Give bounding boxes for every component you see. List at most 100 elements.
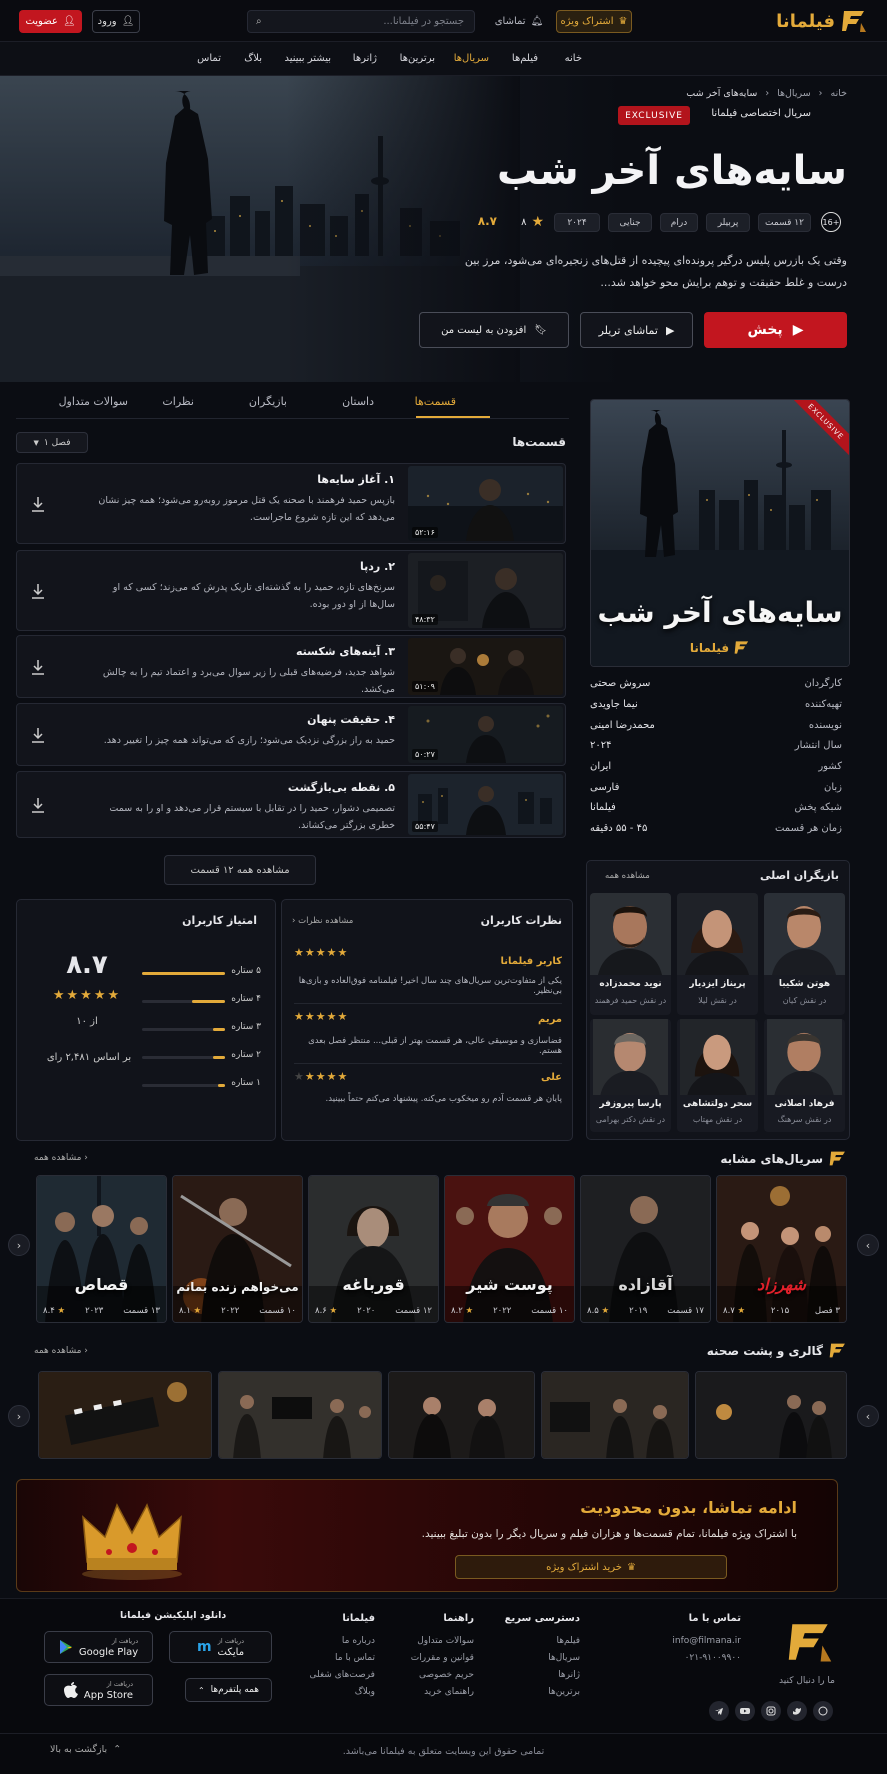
tab-faq[interactable]: سوالات متداول bbox=[59, 395, 128, 408]
breadcrumb-home[interactable]: خانه bbox=[830, 88, 847, 99]
tab-cast[interactable]: بازیگران bbox=[249, 395, 287, 408]
app-store-button[interactable]: دریافت از App Store bbox=[44, 1674, 153, 1706]
similar-card[interactable]: شهرزاد ۳ فصل ۲۰۱۵ ★ ۸.۷ bbox=[716, 1175, 847, 1323]
footer-link[interactable]: ژانرها bbox=[505, 1667, 580, 1684]
similar-prev-arrow[interactable]: ‹ bbox=[8, 1234, 30, 1256]
similar-card-meta: ۱۰ قسمت ۲۰۲۲ ★ ۸.۲ bbox=[451, 1306, 568, 1316]
trailer-button[interactable]: ▶ تماشای تریلر bbox=[580, 312, 693, 348]
gallery-view-all-link[interactable]: ‹ مشاهده همه bbox=[34, 1346, 88, 1356]
tab-story[interactable]: داستان bbox=[342, 395, 374, 408]
reviews-view-all-link[interactable]: مشاهده نظرات ‹ bbox=[292, 916, 353, 926]
nav-movies[interactable]: فیلم‌ها bbox=[512, 53, 538, 64]
nav-genres[interactable]: ژانرها bbox=[353, 53, 377, 64]
gallery-image[interactable] bbox=[541, 1371, 689, 1459]
whatsapp-icon[interactable] bbox=[813, 1701, 833, 1721]
play-button[interactable]: ▶ پخش bbox=[704, 312, 847, 348]
nav-contact[interactable]: تماس bbox=[197, 53, 221, 64]
info-value: نیما جاویدی bbox=[590, 699, 638, 710]
cast-card[interactable]: هوتن شکیبا در نقش کیان bbox=[764, 893, 845, 1015]
gallery-next-arrow[interactable]: › bbox=[857, 1405, 879, 1427]
footer-link[interactable]: درباره ما bbox=[309, 1633, 375, 1650]
chevron-right-icon: › bbox=[865, 1409, 871, 1423]
episode-item[interactable]: ۵۵:۴۷ ۵. نقطه بی‌بازگشت تصمیمی دشوار، حم… bbox=[16, 771, 566, 838]
footer-contact-title: تماس با ما bbox=[688, 1613, 741, 1624]
download-icon[interactable] bbox=[31, 583, 45, 599]
similar-card[interactable]: قورباغه ۱۲ قسمت ۲۰۲۰ ★ ۸.۶ bbox=[308, 1175, 439, 1323]
nav-more[interactable]: بیشتر ببینید bbox=[284, 53, 331, 64]
nav-home[interactable]: خانه bbox=[565, 53, 582, 64]
episode-item[interactable]: ۵۱:۰۹ ۳. آینه‌های شکسته شواهد جدید، فرضی… bbox=[16, 635, 566, 698]
footer-link[interactable]: راهنمای خرید bbox=[411, 1684, 474, 1701]
gallery-prev-arrow[interactable]: ‹ bbox=[8, 1405, 30, 1427]
similar-card[interactable]: آقازاده ۱۷ قسمت ۲۰۱۹ ★ ۸.۵ bbox=[580, 1175, 711, 1323]
footer-link[interactable]: فیلم‌ها bbox=[505, 1633, 580, 1650]
footer-link[interactable]: حریم خصوصی bbox=[411, 1667, 474, 1684]
similar-next-arrow[interactable]: › bbox=[857, 1234, 879, 1256]
youtube-icon[interactable] bbox=[735, 1701, 755, 1721]
footer-link[interactable]: وبلاگ bbox=[309, 1684, 375, 1701]
footer-link[interactable]: سوالات متداول bbox=[411, 1633, 474, 1650]
gallery-image[interactable] bbox=[218, 1371, 382, 1459]
cast-card[interactable]: نوید محمدزاده در نقش حمید فرهمند bbox=[590, 893, 671, 1015]
cast-card[interactable]: پریناز ایزدیار در نقش لیلا bbox=[677, 893, 758, 1015]
footer-link[interactable]: تماس با ما bbox=[309, 1650, 375, 1667]
footer-link[interactable]: سریال‌ها bbox=[505, 1650, 580, 1667]
back-to-top-link[interactable]: ⌃ بازگشت به بالا bbox=[50, 1744, 121, 1755]
footer-email[interactable]: info@filmana.ir bbox=[672, 1633, 741, 1650]
footer-phone[interactable]: ۰۲۱-۹۱۰۰۹۹۰۰ bbox=[672, 1650, 741, 1667]
gallery-image[interactable] bbox=[388, 1371, 535, 1459]
add-to-list-button[interactable]: 🔖︎ افزودن به لیست من bbox=[419, 312, 569, 348]
brand-logo[interactable]: فیلمانا bbox=[776, 9, 867, 33]
episode-duration: ۵۲:۱۶ bbox=[412, 527, 438, 538]
nav-top[interactable]: برترین‌ها bbox=[400, 53, 435, 64]
gallery-image[interactable] bbox=[695, 1371, 847, 1459]
breadcrumb-series[interactable]: سریال‌ها bbox=[777, 88, 811, 99]
hero-section: خانه ‹ سریال‌ها ‹ سایه‌های آخر شب سریال اخ… bbox=[0, 76, 887, 382]
similar-view-all-link[interactable]: ‹ مشاهده همه bbox=[34, 1153, 88, 1163]
footer-link[interactable]: قوانین و مقررات bbox=[411, 1650, 474, 1667]
google-play-button[interactable]: دریافت از Google Play bbox=[44, 1631, 153, 1663]
episode-item[interactable]: ۵۲:۱۶ ۱. آغاز سایه‌ها بازپس حمید فرهمند … bbox=[16, 463, 566, 544]
rating-bar-label: ۴ ستاره bbox=[231, 994, 261, 1004]
info-value: ایران bbox=[590, 761, 612, 772]
footer-brand-mark-icon[interactable] bbox=[787, 1620, 833, 1664]
similar-card[interactable]: می‌خواهم زنده بمانم ۱۰ قسمت ۲۰۲۲ ★ ۸.۱ bbox=[172, 1175, 303, 1323]
download-icon[interactable] bbox=[31, 659, 45, 675]
nav-series[interactable]: سریال‌ها bbox=[454, 53, 489, 64]
tab-reviews[interactable]: نظرات bbox=[162, 395, 194, 408]
gallery-image[interactable] bbox=[38, 1371, 212, 1459]
buy-subscription-button[interactable]: ♛ خرید اشتراک ویژه bbox=[455, 1555, 727, 1579]
rating-bar bbox=[142, 1056, 225, 1059]
login-button[interactable]: 👤︎ ورود bbox=[92, 10, 140, 33]
nav-blog[interactable]: بلاگ bbox=[244, 53, 262, 64]
download-icon[interactable] bbox=[31, 727, 45, 743]
search-input[interactable]: جستجو در فیلمانا... ⌕ bbox=[247, 10, 475, 33]
similar-card[interactable]: پوست شیر ۱۰ قسمت ۲۰۲۲ ★ ۸.۲ bbox=[444, 1175, 575, 1323]
watch-button[interactable]: 🔔︎ تماشای bbox=[491, 10, 547, 33]
instagram-icon[interactable] bbox=[761, 1701, 781, 1721]
similar-card[interactable]: قصاص ۱۳ قسمت ۲۰۲۳ ★ ۸.۴ bbox=[36, 1175, 167, 1323]
season-select[interactable]: فصل ۱ ▼ bbox=[16, 432, 88, 453]
signup-button[interactable]: 👤︎ عضویت bbox=[19, 10, 82, 33]
myket-store-button[interactable]: دریافت از مایکت m bbox=[169, 1631, 272, 1663]
episode-description: سرنخ‌های تازه، حمید را به گذشته‌ای تاریک… bbox=[112, 582, 395, 610]
tab-episodes[interactable]: قسمت‌ها bbox=[415, 395, 456, 408]
vip-subscription-button[interactable]: ♛ اشتراک ویژه bbox=[556, 10, 632, 33]
episode-item[interactable]: ۵۰:۲۷ ۴. حقیقت پنهان حمید به راز بزرگی ن… bbox=[16, 703, 566, 766]
episode-duration: ۵۱:۰۹ bbox=[412, 681, 438, 692]
cast-card[interactable]: پارسا پیروزفر در نقش دکتر بهرامی bbox=[590, 1019, 671, 1132]
cast-card[interactable]: فرهاد اصلانی در نقش سرهنگ bbox=[764, 1019, 845, 1132]
twitter-icon[interactable] bbox=[787, 1701, 807, 1721]
footer-link[interactable]: فرصت‌های شغلی bbox=[309, 1667, 375, 1684]
cast-card[interactable]: سحر دولتشاهی در نقش مهتاب bbox=[677, 1019, 758, 1132]
footer-link[interactable]: برترین‌ها bbox=[505, 1684, 580, 1701]
download-icon[interactable] bbox=[31, 496, 45, 512]
view-all-episodes-button[interactable]: مشاهده همه ۱۲ قسمت bbox=[164, 855, 316, 885]
all-platforms-button[interactable]: همه پلتفرم‌ها ⌃ bbox=[185, 1678, 272, 1702]
episode-item[interactable]: ۴۸:۳۲ ۲. ردپا سرنخ‌های تازه، حمید را به … bbox=[16, 550, 566, 631]
similar-poster bbox=[309, 1176, 438, 1322]
cast-view-all-link[interactable]: مشاهده همه bbox=[605, 871, 650, 881]
info-value-network[interactable]: فیلمانا bbox=[590, 802, 616, 813]
download-icon[interactable] bbox=[31, 797, 45, 813]
telegram-icon[interactable] bbox=[709, 1701, 729, 1721]
